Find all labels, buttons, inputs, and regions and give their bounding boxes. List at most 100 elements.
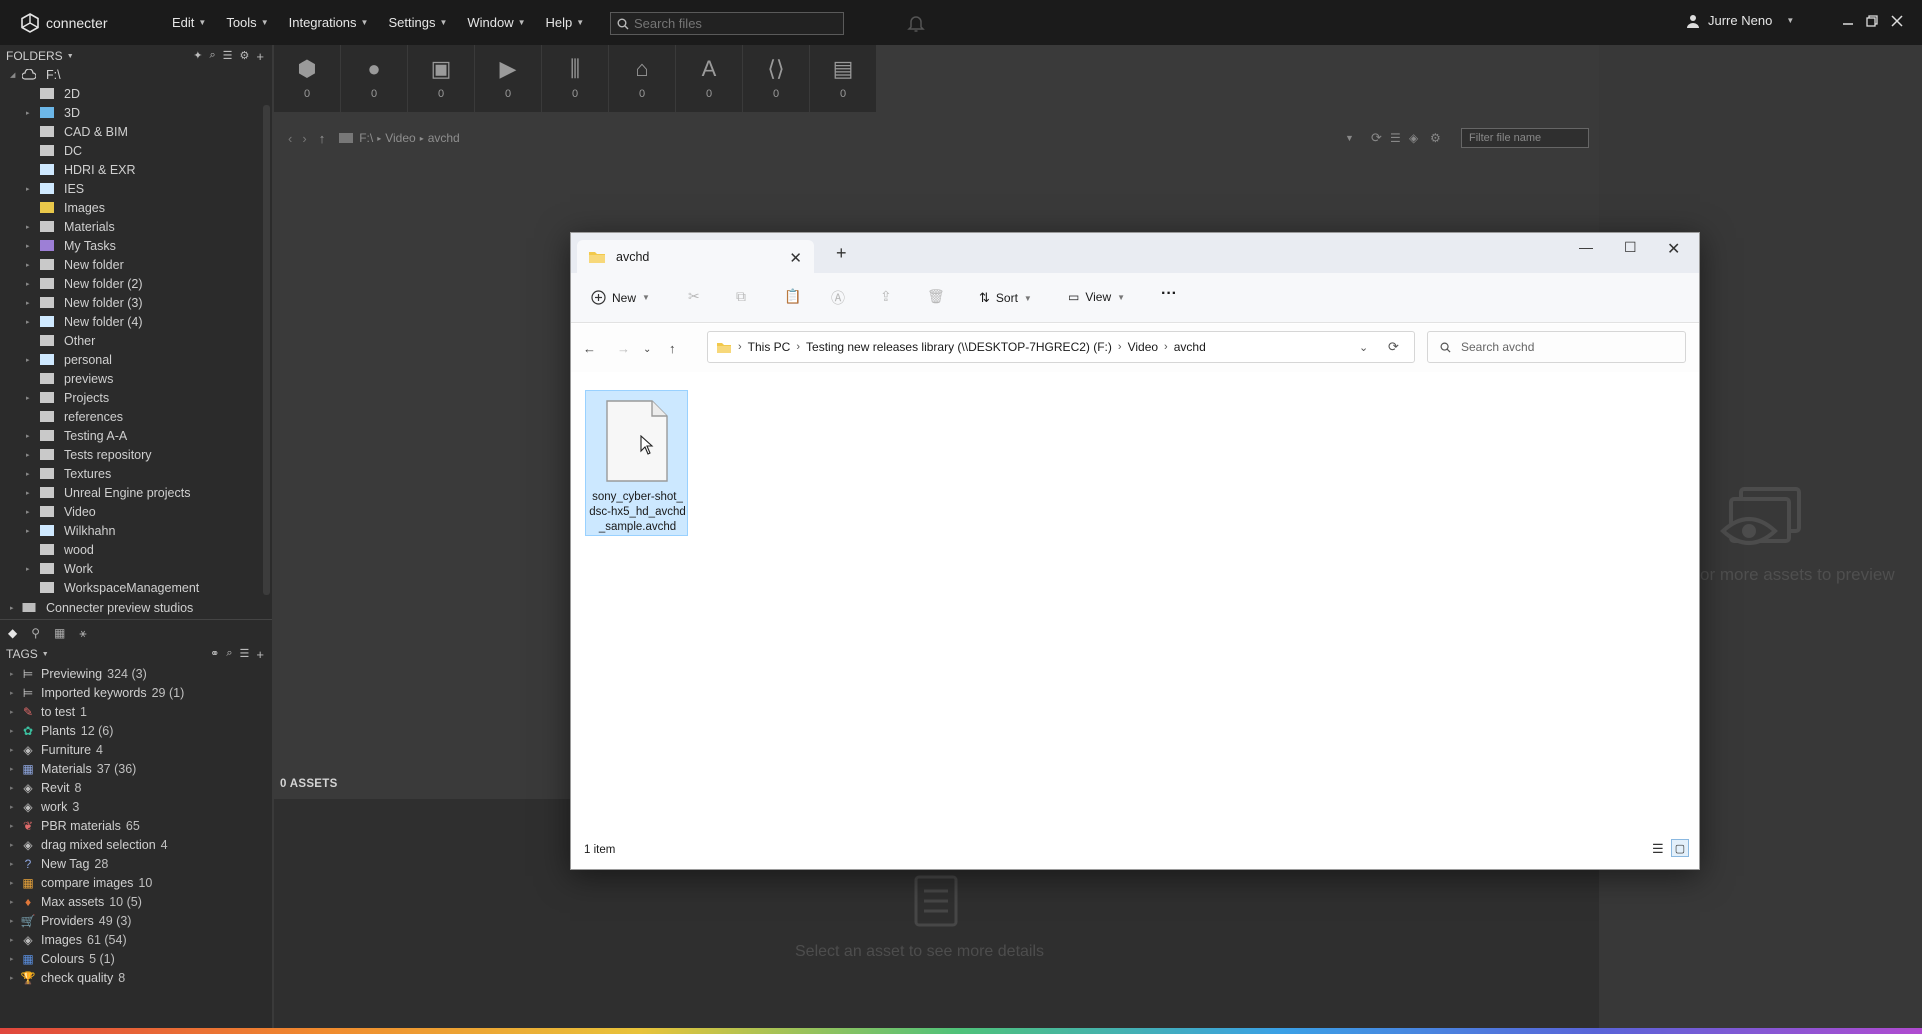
type-filter-code[interactable]: ⟨⟩ 0: [743, 45, 810, 112]
sort-button[interactable]: ⇅ Sort ▼: [979, 290, 1032, 306]
expand-icon[interactable]: ▸: [26, 489, 34, 497]
expand-icon[interactable]: ▸: [10, 803, 14, 811]
up-arrow-icon[interactable]: ↑: [319, 131, 326, 146]
address-video[interactable]: Video: [1128, 340, 1158, 354]
expand-icon[interactable]: ▸: [26, 565, 34, 573]
expand-icon[interactable]: ▸: [26, 356, 34, 364]
grid-tab-icon[interactable]: ▦: [54, 626, 65, 640]
path-dropdown-icon[interactable]: ▼: [1345, 133, 1354, 143]
studios-row[interactable]: ▸ Connecter preview studios: [0, 598, 272, 617]
delete-icon[interactable]: 🗑: [927, 288, 945, 305]
new-tab-icon[interactable]: +: [836, 243, 847, 264]
tag-item[interactable]: ▸ ▦ Materials 37 (36): [0, 759, 272, 778]
type-filter-image[interactable]: ▣ 0: [408, 45, 475, 112]
expand-icon[interactable]: ▸: [10, 727, 14, 735]
tag-item[interactable]: ▸ ⊨ Previewing 324 (3): [0, 664, 272, 683]
expand-icon[interactable]: ▸: [26, 261, 34, 269]
folder-item[interactable]: ▸ New folder (2): [0, 274, 272, 293]
close-tab-icon[interactable]: ✕: [789, 249, 802, 267]
address-this-pc[interactable]: This PC: [748, 340, 791, 354]
explorer-forward-icon[interactable]: →: [617, 341, 630, 356]
tag-item[interactable]: ▸ ✿ Plants 12 (6): [0, 721, 272, 740]
expand-icon[interactable]: ▸: [10, 765, 14, 773]
folder-item[interactable]: DC: [0, 141, 272, 160]
tag-item[interactable]: ▸ ◈ work 3: [0, 797, 272, 816]
tag-item[interactable]: ▸ ◈ Revit 8: [0, 778, 272, 797]
folder-item[interactable]: ▸ Tests repository: [0, 445, 272, 464]
hierarchy-tab-icon[interactable]: ⚲: [31, 626, 40, 640]
address-bar[interactable]: › This PC › Testing new releases library…: [707, 331, 1415, 363]
tag-item[interactable]: ▸? New Tag 28: [0, 854, 272, 873]
expand-icon[interactable]: ▸: [26, 394, 34, 402]
user-menu[interactable]: Jurre Neno ▼: [1686, 13, 1794, 28]
expand-icon[interactable]: ▸: [10, 860, 14, 868]
folder-item[interactable]: ▸ Unreal Engine projects: [0, 483, 272, 502]
type-filter-font[interactable]: A0: [676, 45, 743, 112]
tag-tab-icon[interactable]: ◆: [8, 626, 17, 640]
breadcrumb-video[interactable]: Video: [385, 131, 415, 145]
restore-button[interactable]: [1861, 10, 1883, 32]
expand-icon[interactable]: ▸: [26, 299, 34, 307]
type-filter-document[interactable]: ▤ 0: [810, 45, 877, 112]
tag-item[interactable]: ▸ 🛒 Providers 49 (3): [0, 911, 272, 930]
tree-root[interactable]: ◢ F:\: [0, 65, 272, 84]
expand-icon[interactable]: ▸: [26, 432, 34, 440]
type-filter-audio[interactable]: ⫼ 0: [542, 45, 609, 112]
explorer-minimize-icon[interactable]: —: [1579, 239, 1593, 255]
gear-icon[interactable]: ⚙: [240, 49, 250, 64]
menu-integrations[interactable]: Integrations ▼: [279, 0, 379, 45]
expand-icon[interactable]: ▸: [10, 746, 14, 754]
search-icon[interactable]: ⌕: [209, 49, 215, 64]
expand-icon[interactable]: ▸: [10, 936, 14, 944]
explorer-close-icon[interactable]: ✕: [1667, 239, 1680, 259]
folder-item[interactable]: 2D: [0, 84, 272, 103]
menu-tools[interactable]: Tools ▼: [216, 0, 278, 45]
layers-icon[interactable]: ◈: [1409, 131, 1418, 145]
explorer-tab-avchd[interactable]: avchd ✕: [577, 240, 814, 273]
notifications-bell-icon[interactable]: [906, 13, 926, 36]
folder-item[interactable]: Other: [0, 331, 272, 350]
recent-locations-icon[interactable]: ⌄: [643, 344, 651, 355]
expand-icon[interactable]: ▸: [26, 527, 34, 535]
folder-item[interactable]: references: [0, 407, 272, 426]
refresh-icon[interactable]: ⟳: [1371, 130, 1382, 146]
expand-icon[interactable]: ▸: [26, 109, 34, 117]
tag-item[interactable]: ▸ ♦ Max assets 10 (5): [0, 892, 272, 911]
folder-item[interactable]: previews: [0, 369, 272, 388]
details-view-icon[interactable]: ☰: [1652, 841, 1664, 857]
search-icon[interactable]: ⌕: [226, 647, 232, 662]
folder-item[interactable]: wood: [0, 540, 272, 559]
explorer-back-icon[interactable]: ←: [583, 341, 596, 356]
menu-edit[interactable]: Edit ▼: [162, 0, 216, 45]
folder-item[interactable]: ▸ IES: [0, 179, 272, 198]
folder-item[interactable]: ▸ My Tasks: [0, 236, 272, 255]
folder-item[interactable]: Images: [0, 198, 272, 217]
expand-icon[interactable]: ▸: [26, 280, 34, 288]
tag-item[interactable]: ▸ ✎ to test 1: [0, 702, 272, 721]
tag-item[interactable]: ▸ ◈ Images 61 (54): [0, 930, 272, 949]
type-filter-building[interactable]: ⌂ 0: [609, 45, 676, 112]
breadcrumb-avchd[interactable]: avchd: [428, 131, 460, 145]
explorer-up-icon[interactable]: ↑: [669, 341, 676, 356]
explorer-search-box[interactable]: Search avchd: [1427, 331, 1686, 363]
expand-icon[interactable]: ▸: [10, 917, 14, 925]
large-icons-view-icon[interactable]: ▢: [1671, 839, 1689, 857]
explorer-maximize-icon[interactable]: ☐: [1624, 239, 1637, 256]
cut-icon[interactable]: ✂: [688, 288, 700, 305]
paste-icon[interactable]: 📋: [784, 288, 801, 305]
menu-settings[interactable]: Settings ▼: [378, 0, 457, 45]
expand-icon[interactable]: ▸: [26, 508, 34, 516]
add-icon[interactable]: +: [256, 49, 264, 64]
more-options-icon[interactable]: ···: [1161, 285, 1177, 303]
folder-item[interactable]: ▸ Textures: [0, 464, 272, 483]
expand-icon[interactable]: ▸: [26, 185, 34, 193]
type-filter-sphere[interactable]: ● 0: [341, 45, 408, 112]
folder-tree-scrollbar[interactable]: [263, 105, 270, 595]
add-icon[interactable]: +: [256, 647, 264, 662]
pin-icon[interactable]: ✦: [193, 49, 202, 64]
tag-item[interactable]: ▸ ◈ Furniture 4: [0, 740, 272, 759]
back-arrow-icon[interactable]: ‹: [288, 131, 292, 146]
tag-item[interactable]: ▸ ▦ Colours 5 (1): [0, 949, 272, 968]
expand-icon[interactable]: ▸: [26, 223, 34, 231]
forward-arrow-icon[interactable]: ›: [302, 131, 306, 146]
